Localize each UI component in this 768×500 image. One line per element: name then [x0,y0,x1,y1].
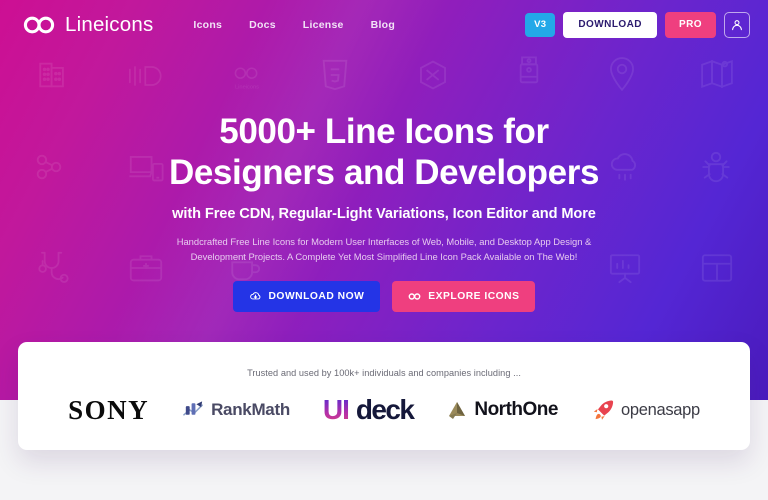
headline-line-1: 5000+ Line Icons for [219,112,549,151]
hero-content: 5000+ Line Icons for Designers and Devel… [0,112,768,313]
company-logo-strip: SONY RankMath UI deck NorthOne openasapp [18,394,750,426]
site-header: Lineicons Icons Docs License Blog V3 DOW… [0,0,768,50]
building-icon [36,58,70,92]
download-now-button[interactable]: DOWNLOAD NOW [232,281,381,313]
logo-rankmath[interactable]: RankMath [182,400,290,420]
hero-headline: 5000+ Line Icons for Designers and Devel… [0,112,768,194]
hero-cta-row: DOWNLOAD NOW EXPLORE ICONS [0,281,768,313]
logo-rankmath-text: RankMath [211,400,290,419]
nav-item-license[interactable]: License [303,19,344,31]
rocket-icon [591,399,615,421]
hexagon-icon [415,58,451,92]
download-button[interactable]: DOWNLOAD [563,12,657,38]
infinity-icon [408,290,421,303]
logo-uideck-deck-text: deck [355,394,415,425]
download-now-label: DOWNLOAD NOW [268,290,365,302]
logo-uideck[interactable]: UI deck [322,394,415,426]
map-pin-icon [608,56,636,92]
logo-uideck-ui-text: UI [322,394,350,425]
svg-text:Lineicons: Lineicons [235,84,259,90]
nav-item-blog[interactable]: Blog [371,19,395,31]
pro-button[interactable]: PRO [664,12,716,38]
logo-northone[interactable]: NorthOne [446,399,558,421]
main-nav: Icons Docs License Blog [193,19,395,31]
version-badge-button[interactable]: V3 [525,13,556,37]
header-actions: V3 DOWNLOAD PRO [525,12,750,38]
account-button[interactable] [724,12,750,38]
nav-item-docs[interactable]: Docs [249,19,276,31]
logo-openasapp-text: openasapp [620,400,700,419]
html5-icon [320,58,350,92]
lineicons-logo-icon: Lineicons [228,62,266,92]
headline-line-2: Designers and Developers [168,152,600,192]
nav-item-icons[interactable]: Icons [193,19,222,31]
trusted-by-card: Trusted and used by 100k+ individuals an… [18,342,750,450]
logo-sony[interactable]: SONY [68,395,149,426]
infinity-icon [22,15,56,35]
map-icon [700,58,734,90]
brand-logo[interactable]: Lineicons [22,13,153,37]
bar-chart-icon [182,400,205,420]
hero-section: Lineicons Lineicons Icons Docs License B… [0,0,768,400]
user-icon [730,18,744,32]
sliders-icon [126,62,162,90]
hero-subheadline: with Free CDN, Regular-Light Variations,… [172,205,596,222]
brand-name: Lineicons [65,13,154,36]
trusted-by-label: Trusted and used by 100k+ individuals an… [247,368,521,378]
logo-sony-text: SONY [68,394,150,425]
logo-openasapp[interactable]: openasapp [591,399,700,421]
explore-icons-button[interactable]: EXPLORE ICONS [392,281,536,313]
water-dispenser-icon [516,56,542,92]
logo-northone-text: NorthOne [474,399,558,420]
explore-icons-label: EXPLORE ICONS [428,290,520,302]
hero-description: Handcrafted Free Line Icons for Modern U… [176,235,592,263]
triangle-mark-icon [446,400,468,420]
cloud-download-icon [249,290,262,303]
landing-page: Lineicons Lineicons Icons Docs License B… [0,0,768,500]
